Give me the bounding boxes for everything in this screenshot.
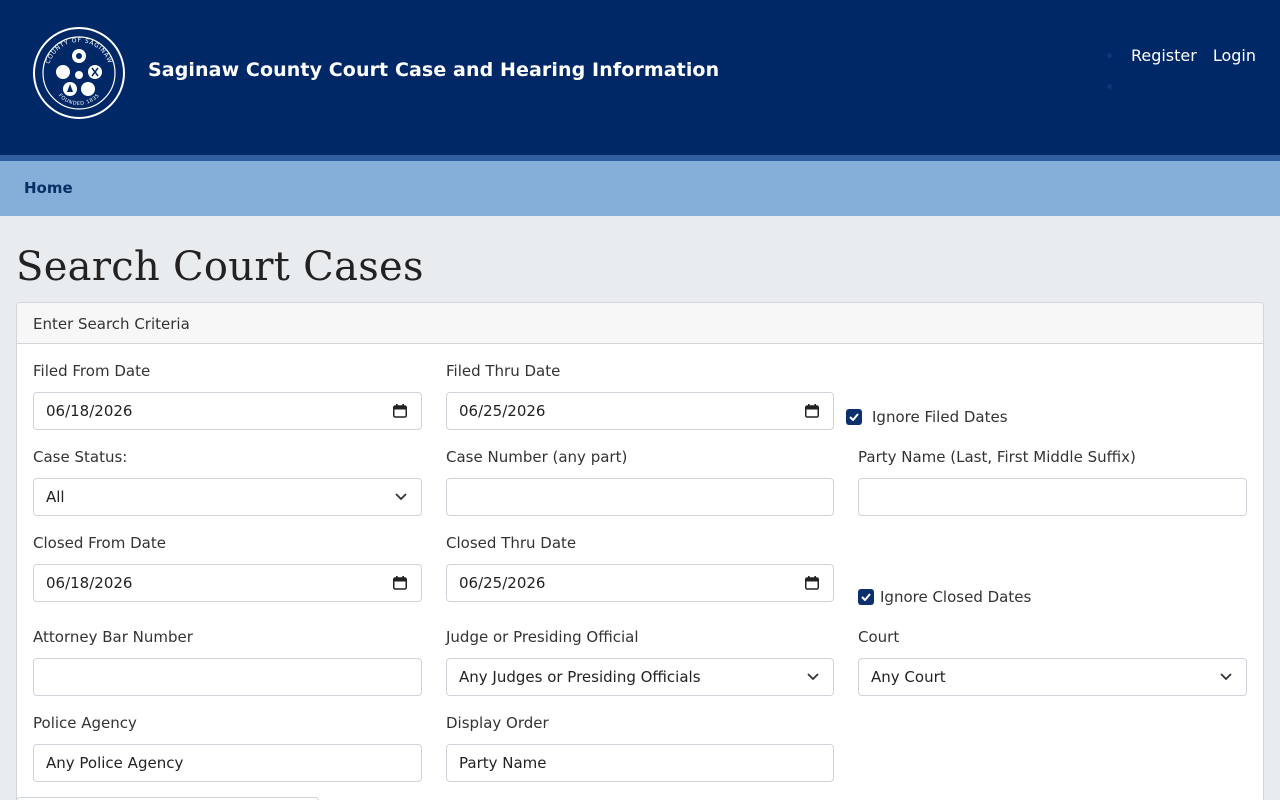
closed-thru-label: Closed Thru Date [446, 534, 577, 552]
chevron-down-icon [1220, 673, 1232, 681]
card-header: Enter Search Criteria [17, 303, 1263, 344]
calendar-icon[interactable] [393, 576, 407, 590]
display-order-value: Party Name [459, 754, 547, 772]
police-agency-label: Police Agency [33, 714, 137, 732]
chevron-down-icon [807, 673, 819, 681]
court-value: Any Court [871, 668, 946, 686]
site-header: COUNTY OF SAGINAW FOUNDED 1835 Saginaw C… [0, 0, 1280, 155]
party-name-label: Party Name (Last, First Middle Suffix) [858, 448, 1136, 466]
party-name-input[interactable] [858, 478, 1247, 516]
police-agency-select[interactable]: Any Police Agency [33, 744, 422, 782]
page-title: Search Court Cases [16, 244, 424, 290]
closed-from-value: 06/18/2026 [46, 574, 133, 592]
closed-from-label: Closed From Date [33, 534, 166, 552]
filed-from-value: 06/18/2026 [46, 402, 133, 420]
ignore-filed-dates-checkbox[interactable]: Ignore Filed Dates [846, 408, 1008, 426]
county-seal-logo[interactable]: COUNTY OF SAGINAW FOUNDED 1835 [32, 26, 126, 120]
closed-thru-date-input[interactable]: 06/25/2026 [446, 564, 834, 602]
site-title: Saginaw County Court Case and Hearing In… [148, 59, 720, 81]
attorney-bar-number-input[interactable] [33, 658, 422, 696]
calendar-icon[interactable] [805, 404, 819, 418]
court-select[interactable]: Any Court [858, 658, 1247, 696]
attorney-bar-label: Attorney Bar Number [33, 628, 193, 646]
filed-from-date-input[interactable]: 06/18/2026 [33, 392, 422, 430]
calendar-icon[interactable] [805, 576, 819, 590]
police-agency-value: Any Police Agency [46, 754, 184, 772]
judge-select[interactable]: Any Judges or Presiding Officials [446, 658, 834, 696]
judge-label: Judge or Presiding Official [446, 628, 639, 646]
display-order-label: Display Order [446, 714, 549, 732]
search-criteria-card: Enter Search Criteria [16, 302, 1264, 800]
closed-thru-value: 06/25/2026 [459, 574, 546, 592]
filed-thru-date-input[interactable]: 06/25/2026 [446, 392, 834, 430]
case-number-input[interactable] [446, 478, 834, 516]
case-status-select[interactable]: All [33, 478, 422, 516]
ignore-filed-dates-label: Ignore Filed Dates [872, 408, 1008, 426]
filed-thru-label: Filed Thru Date [446, 362, 561, 380]
case-status-label: Case Status: [33, 448, 128, 466]
checkbox-checked-icon[interactable] [846, 409, 862, 425]
filed-from-label: Filed From Date [33, 362, 151, 380]
filed-thru-value: 06/25/2026 [459, 402, 546, 420]
top-nav: Register Login [1131, 46, 1256, 65]
chevron-down-icon [395, 493, 407, 501]
login-link[interactable]: Login [1213, 46, 1256, 65]
calendar-icon[interactable] [393, 404, 407, 418]
ignore-closed-dates-checkbox[interactable]: Ignore Closed Dates [858, 588, 1031, 606]
case-status-value: All [46, 488, 65, 506]
nav-bullets [1107, 50, 1113, 90]
ignore-closed-dates-label: Ignore Closed Dates [880, 588, 1032, 606]
court-label: Court [858, 628, 900, 646]
register-link[interactable]: Register [1131, 46, 1197, 65]
display-order-select[interactable]: Party Name [446, 744, 834, 782]
main-navbar: Home [0, 161, 1280, 216]
closed-from-date-input[interactable]: 06/18/2026 [33, 564, 422, 602]
judge-value: Any Judges or Presiding Officials [459, 668, 701, 686]
checkbox-checked-icon[interactable] [858, 589, 874, 605]
case-number-label: Case Number (any part) [446, 448, 628, 466]
nav-home-link[interactable]: Home [24, 179, 73, 197]
